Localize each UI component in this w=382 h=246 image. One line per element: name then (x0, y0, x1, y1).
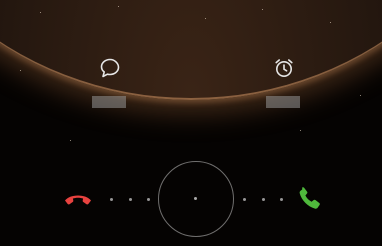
slide-indicator-dot (243, 198, 246, 201)
message-bubble-icon (100, 58, 120, 78)
phone-hangup-icon (65, 195, 91, 205)
slide-indicator-dot (147, 198, 150, 201)
wallpaper-star (40, 12, 41, 13)
wallpaper-star (118, 6, 119, 7)
wallpaper-star (360, 95, 361, 96)
reminder-action-label (266, 96, 300, 108)
wallpaper-star (330, 22, 331, 23)
phone-answer-icon (299, 187, 320, 209)
wallpaper-star (20, 70, 21, 71)
remind-me-button[interactable] (264, 56, 304, 112)
slide-indicator-dot (262, 198, 265, 201)
message-action-label (92, 96, 126, 108)
slide-indicator-dot (129, 198, 132, 201)
wallpaper-planet-rim (0, 0, 382, 100)
wallpaper-star (70, 140, 71, 141)
slide-indicator-dot (280, 198, 283, 201)
decline-call-button[interactable] (62, 183, 94, 215)
wallpaper-star (300, 130, 301, 131)
accept-call-button[interactable] (294, 183, 326, 215)
alarm-clock-icon (275, 59, 293, 77)
wallpaper-star (205, 18, 206, 19)
incoming-call-screen (0, 0, 382, 246)
slide-indicator-dot (110, 198, 113, 201)
wallpaper-star (262, 9, 263, 10)
answer-slider-handle[interactable] (194, 197, 197, 200)
reply-with-message-button[interactable] (90, 56, 130, 112)
